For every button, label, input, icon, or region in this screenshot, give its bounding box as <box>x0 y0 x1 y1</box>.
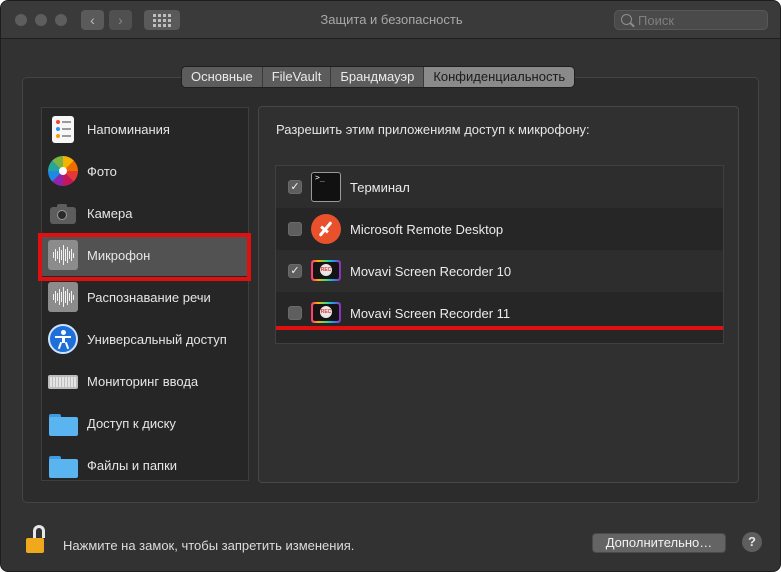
microphone-waveform-icon <box>48 240 78 270</box>
sidebar-item-label: Мониторинг ввода <box>87 373 199 389</box>
terminal-icon: >_ <box>311 172 341 202</box>
keyboard-icon <box>48 366 78 396</box>
search-field[interactable]: Поиск <box>614 10 768 30</box>
app-row-terminal[interactable]: ✓ >_ Терминал <box>276 166 723 208</box>
tab-privacy[interactable]: Конфиденциальность <box>424 67 575 87</box>
tab-bar: Основные FileVault Брандмауэр Конфиденци… <box>181 66 576 88</box>
sidebar-item-microphone[interactable]: Микрофон <box>42 234 248 276</box>
tab-general[interactable]: Основные <box>182 67 263 87</box>
reminders-icon <box>52 115 74 143</box>
app-name: Терминал <box>350 179 410 195</box>
lock-message: Нажмите на замок, чтобы запретить измене… <box>63 538 355 553</box>
annotation-underline <box>276 326 723 330</box>
sidebar-item-label: Доступ к диску <box>87 415 176 431</box>
sidebar-item-label: Напоминания <box>87 121 170 137</box>
app-name: Movavi Screen Recorder 10 <box>350 263 512 279</box>
app-checkbox[interactable] <box>288 306 302 320</box>
lock-icon[interactable] <box>26 525 50 555</box>
app-row-remote-desktop[interactable]: Microsoft Remote Desktop <box>276 208 723 250</box>
app-name: Microsoft Remote Desktop <box>350 221 504 237</box>
sidebar-item-label: Микрофон <box>87 247 151 263</box>
sidebar-item-photos[interactable]: Фото <box>42 150 248 192</box>
tab-filevault[interactable]: FileVault <box>262 67 332 87</box>
movavi-icon: REC <box>311 298 341 328</box>
speech-waveform-icon <box>48 282 78 312</box>
sidebar-item-label: Универсальный доступ <box>87 331 227 347</box>
search-icon <box>621 14 632 25</box>
app-checkbox[interactable]: ✓ <box>288 264 302 278</box>
sidebar-item-label: Фото <box>87 163 117 179</box>
sidebar-item-accessibility[interactable]: Универсальный доступ <box>42 318 248 360</box>
privacy-category-list: Напоминания Фото Камера Микрофон Распозн… <box>41 107 249 481</box>
accessibility-icon <box>48 324 78 354</box>
app-row-movavi-10[interactable]: ✓ REC Movavi Screen Recorder 10 <box>276 250 723 292</box>
tab-firewall[interactable]: Брандмауэр <box>331 67 425 87</box>
app-checkbox[interactable] <box>288 222 302 236</box>
camera-icon <box>48 198 78 228</box>
access-prompt: Разрешить этим приложениям доступ к микр… <box>276 122 590 137</box>
sidebar-item-files-and-folders[interactable]: Файлы и папки <box>42 444 248 480</box>
app-name: Movavi Screen Recorder 11 <box>350 305 511 321</box>
preferences-window: ‹ › Защита и безопасность Поиск Основные… <box>0 0 781 572</box>
movavi-icon: REC <box>311 256 341 286</box>
sidebar-item-label: Файлы и папки <box>87 457 178 473</box>
sidebar-item-input-monitoring[interactable]: Мониторинг ввода <box>42 360 248 402</box>
sidebar-item-label: Камера <box>87 205 133 221</box>
folder-icon <box>48 450 78 480</box>
help-button[interactable]: ? <box>742 532 762 552</box>
advanced-button[interactable]: Дополнительно… <box>592 533 726 553</box>
remote-desktop-icon <box>311 214 341 244</box>
title-bar: ‹ › Защита и безопасность Поиск <box>1 1 780 39</box>
folder-icon <box>48 408 78 438</box>
sidebar-item-camera[interactable]: Камера <box>42 192 248 234</box>
sidebar-item-full-disk-access[interactable]: Доступ к диску <box>42 402 248 444</box>
photos-icon <box>48 156 78 186</box>
sidebar-item-label: Распознавание речи <box>87 289 211 305</box>
app-checkbox[interactable]: ✓ <box>288 180 302 194</box>
sidebar-item-speech-recognition[interactable]: Распознавание речи <box>42 276 248 318</box>
app-permission-list: ✓ >_ Терминал Microsoft Remote Desktop ✓… <box>275 165 724 344</box>
sidebar-item-reminders[interactable]: Напоминания <box>42 108 248 150</box>
search-placeholder: Поиск <box>638 13 675 28</box>
